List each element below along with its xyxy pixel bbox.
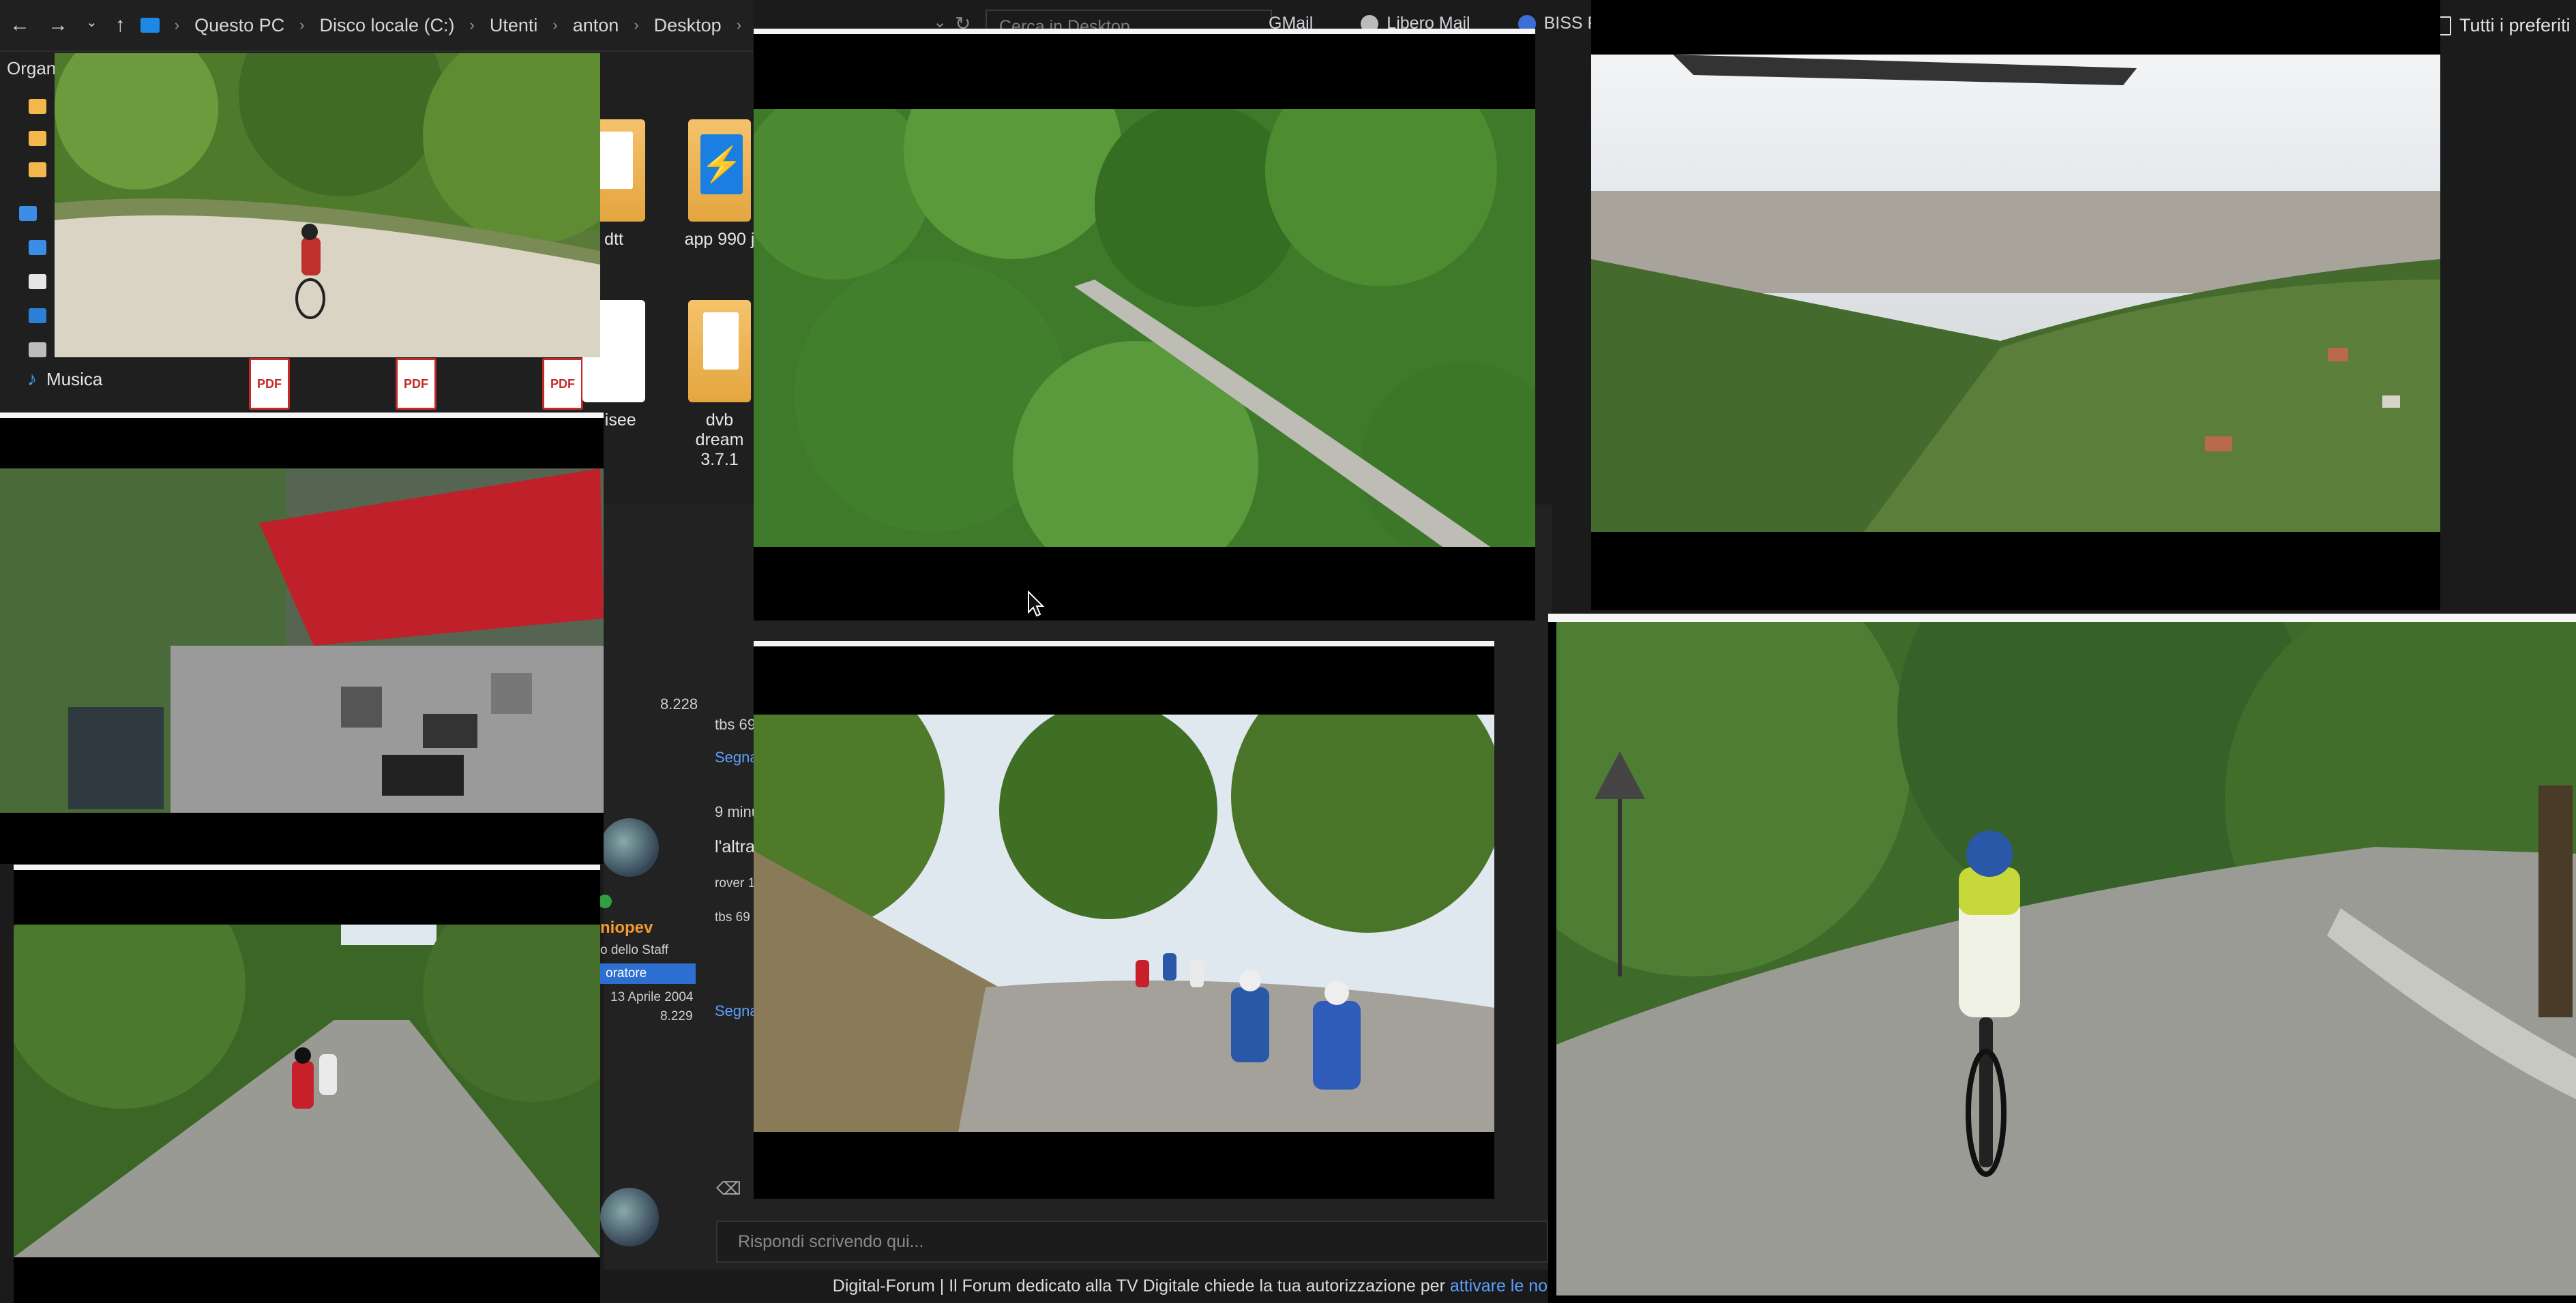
online-status-icon (598, 895, 612, 908)
video-window-glitch[interactable] (0, 413, 604, 864)
organize-menu[interactable]: Organ (7, 58, 56, 79)
chevron-right-icon: › (736, 16, 742, 33)
breadcrumb-item[interactable]: anton (573, 15, 619, 36)
video-window-straight-road[interactable] (14, 865, 600, 1303)
chevron-right-icon: › (174, 16, 180, 33)
file-tile[interactable]: ⚡ app 990 j (682, 119, 757, 250)
folder-icon[interactable] (29, 131, 46, 146)
file-tile[interactable]: dvb dream 3.7.1 (682, 300, 757, 470)
folder-icon[interactable] (29, 99, 46, 114)
chevron-right-icon: › (634, 16, 639, 33)
sidebar-item-music[interactable]: ♪ Musica (27, 368, 102, 390)
role-badge: oratore (600, 963, 696, 984)
avatar[interactable] (600, 818, 659, 877)
post-text: rover 1 (715, 876, 756, 890)
staff-label: o dello Staff (600, 943, 669, 957)
post-text: tbs 69 (715, 910, 750, 925)
report-link[interactable]: Segna (715, 1002, 758, 1020)
file-label: dvb dream 3.7.1 (695, 410, 744, 469)
video-window-cyclist-road[interactable] (55, 53, 600, 357)
cookie-enable-link[interactable]: attivare le no (1450, 1276, 1548, 1295)
favorites-label: Tutti i preferiti (2459, 15, 2571, 35)
video-frame (1591, 55, 2440, 532)
video-window-peloton[interactable] (754, 641, 1494, 1199)
downloads-icon[interactable] (29, 308, 46, 323)
sidebar-item-label: Musica (46, 368, 103, 389)
video-window-climbing-rider[interactable] (1548, 614, 2576, 1303)
back-arrow-icon[interactable]: ← (10, 14, 30, 37)
all-favorites-button[interactable]: Tutti i preferiti (2435, 15, 2571, 36)
file-label: app 990 j (684, 230, 755, 249)
app-icon: ⚡ (688, 119, 751, 222)
video-frame (14, 925, 600, 1257)
folder-icon (140, 18, 160, 33)
post-text: l'altra (715, 837, 755, 856)
forward-arrow-icon[interactable]: → (48, 14, 68, 37)
reply-input[interactable]: Rispondi scrivendo qui... (716, 1220, 1548, 1263)
chevron-right-icon: › (299, 16, 305, 33)
breadcrumb-item[interactable]: Utenti (490, 15, 538, 36)
video-window-aerial-forest[interactable] (754, 29, 1535, 620)
mouse-cursor-icon (1028, 590, 1045, 617)
post-count: 8.229 (660, 1009, 693, 1023)
folder-icon[interactable] (29, 162, 46, 177)
documents-icon[interactable] (29, 274, 46, 289)
breadcrumb-item[interactable]: Disco locale (C:) (319, 15, 454, 36)
pictures-icon[interactable] (29, 342, 46, 357)
username[interactable]: niopev (600, 918, 653, 938)
video-frame (55, 53, 600, 357)
video-frame (754, 715, 1494, 1132)
video-frame (0, 468, 604, 813)
pdf-file-icon[interactable]: PDF (249, 358, 290, 410)
breadcrumb-item[interactable]: Questo PC (194, 15, 284, 36)
folder-icon (688, 300, 751, 402)
desktop-icon[interactable] (29, 240, 46, 255)
nav-arrows: ← → ⌄ ↑ (10, 14, 125, 37)
breadcrumb-item[interactable]: Desktop (654, 15, 722, 36)
video-frame (754, 109, 1535, 547)
music-note-icon: ♪ (27, 368, 37, 389)
join-date: 13 Aprile 2004 (610, 990, 694, 1004)
cookie-text: Digital-Forum | Il Forum dedicato alla T… (832, 1276, 1445, 1295)
chevron-right-icon: › (552, 16, 558, 33)
address-bar[interactable]: ← → ⌄ ↑ › Questo PC › Disco locale (C:) … (0, 0, 754, 52)
report-link[interactable]: Segna (715, 749, 758, 766)
pdf-file-icon[interactable]: PDF (396, 358, 436, 410)
up-arrow-icon[interactable]: ↑ (115, 14, 125, 37)
eraser-icon[interactable]: ⌫ (716, 1178, 741, 1199)
cookie-consent-bar: Digital-Forum | Il Forum dedicato alla T… (604, 1270, 1552, 1303)
computer-icon[interactable] (19, 206, 37, 221)
post-snippet: tbs 69 (715, 716, 756, 733)
video-frame (1556, 622, 2576, 1295)
chevron-right-icon: › (469, 16, 475, 33)
video-window-aerial-city[interactable] (1591, 0, 2440, 610)
chevron-down-icon[interactable]: ⌄ (86, 14, 98, 37)
avatar[interactable] (600, 1188, 659, 1246)
post-count: 8.228 (660, 695, 698, 713)
